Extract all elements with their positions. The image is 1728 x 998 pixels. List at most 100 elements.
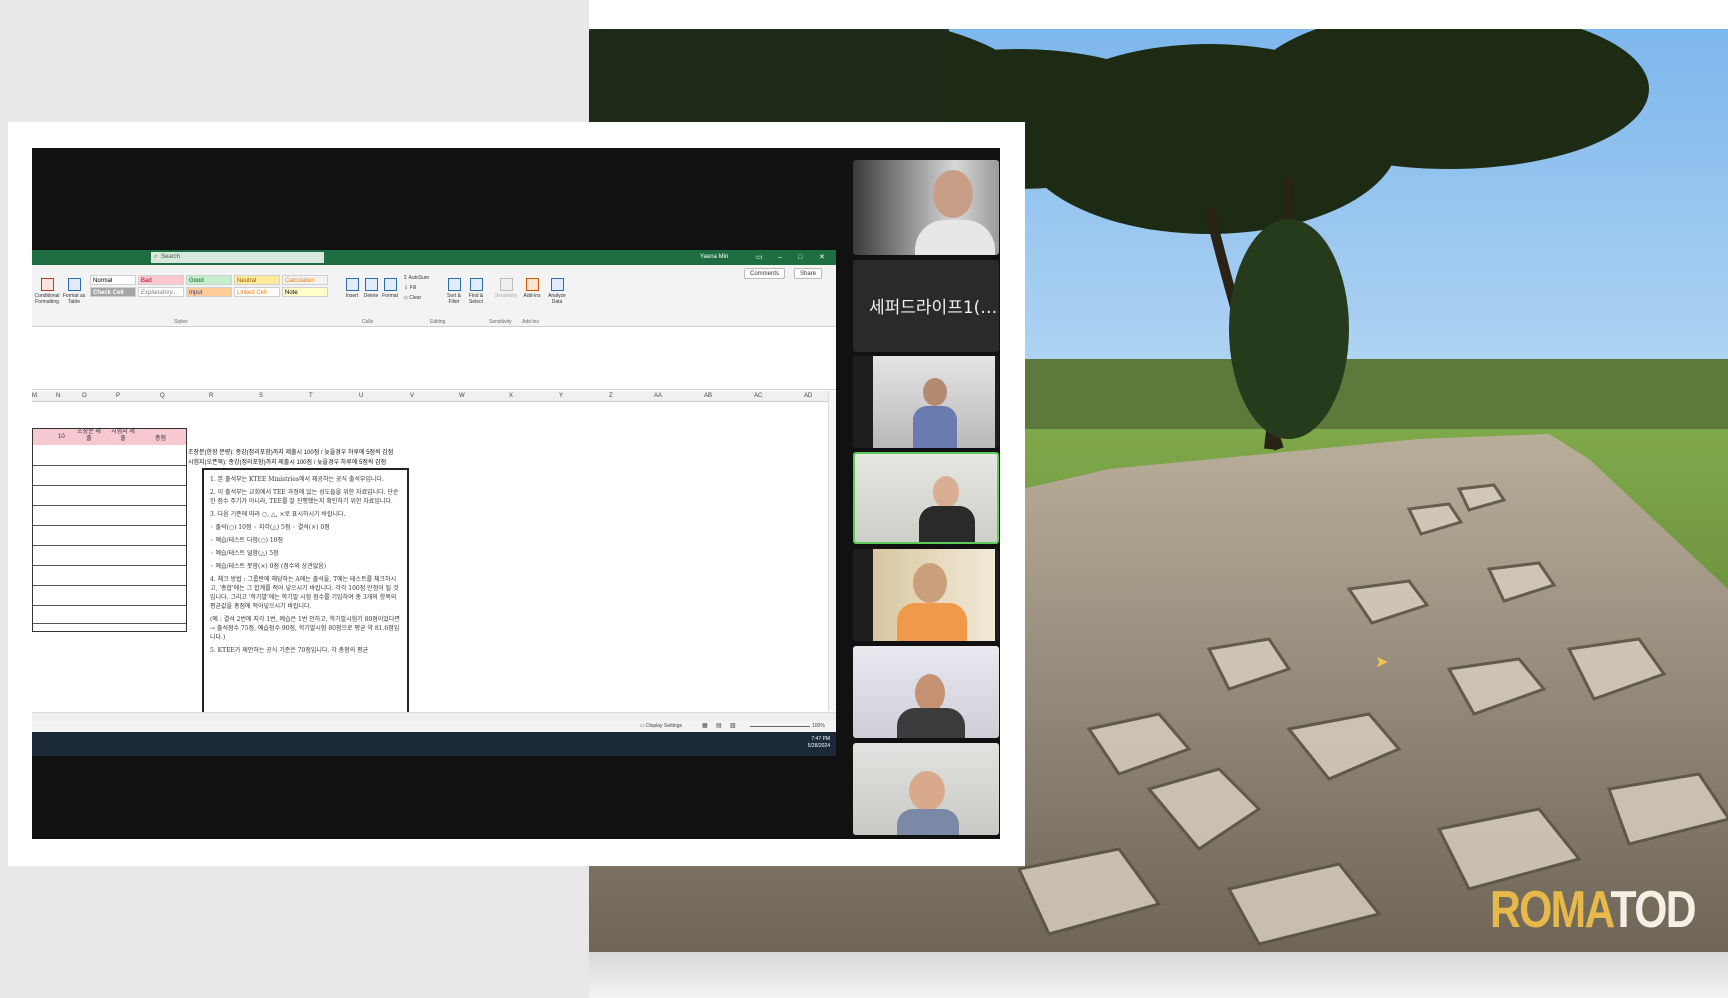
col-header: T	[309, 393, 313, 399]
col-header: AD	[804, 393, 813, 399]
group-label-add-ins: Add-ins	[522, 319, 539, 325]
page-layout-icon[interactable]: ▤	[716, 722, 722, 729]
style-check-cell[interactable]: Check Cell	[90, 287, 136, 297]
table-row	[33, 605, 186, 606]
style-linked-cell[interactable]: Linked Cell	[234, 287, 280, 297]
participant-face	[923, 378, 947, 406]
zoom-slider[interactable]	[750, 726, 810, 727]
zoom-level: 100%	[812, 723, 825, 729]
instruction-item: ◦ 예습/테스트 다함(○) 10점	[210, 537, 283, 544]
col-header: W	[459, 393, 465, 399]
clear-button[interactable]: ◇ Clear	[404, 295, 440, 301]
shared-screen-excel[interactable]: ⌕ Search Yaena Min ▭ – □ ✕ Comments Share…	[32, 250, 836, 756]
col-header: V	[410, 393, 415, 399]
col-header: Z	[609, 393, 613, 399]
style-input[interactable]: Input	[186, 287, 232, 297]
page-break-icon[interactable]: ▧	[730, 722, 736, 729]
participant-tile[interactable]	[853, 160, 999, 255]
delete-icon	[364, 278, 378, 291]
col-header: S	[259, 393, 264, 399]
style-note[interactable]: Note	[282, 287, 328, 297]
vertical-scrollbar[interactable]	[828, 391, 836, 711]
instruction-item: ◦ 예습/테스트 못함(×) 0점 (점수와 상관없음)	[210, 563, 327, 570]
add-ins-icon	[525, 278, 539, 291]
instruction-item: 2. 이 출석부는 교회에서 TEE 과정에 있는 성도들을 위한 자료입니다.…	[210, 489, 399, 505]
participant-tile-active-speaker[interactable]	[853, 452, 999, 544]
participant-body	[897, 603, 967, 641]
col-header: R	[209, 393, 214, 399]
participant-tile[interactable]	[853, 549, 999, 641]
autosum-button[interactable]: Σ AutoSum	[404, 275, 440, 281]
table-row	[33, 565, 186, 566]
header-exam: 시험지 제출	[111, 429, 135, 442]
participant-tile-name[interactable]: 세퍼드라이프1(…	[853, 260, 999, 352]
col-header: Y	[559, 393, 564, 399]
participant-face	[933, 170, 973, 218]
instructions-box: 1. 본 출석부는 KTEE Ministries에서 제공하는 공식 출석부입…	[202, 468, 409, 714]
ribbon-display-icon[interactable]: ▭	[756, 250, 763, 265]
comments-button[interactable]: Comments	[744, 268, 786, 279]
table-header: 10 조장분 제출 시험지 제출 총점	[33, 429, 186, 445]
participant-body	[897, 708, 965, 738]
format-as-table-button[interactable]: Format as Table	[62, 278, 86, 305]
style-calculation[interactable]: Calculation	[282, 275, 328, 285]
roma-today-logo: ROMATOD	[1490, 881, 1697, 939]
instruction-item: 4. 체크 방법 : 그룹란에 해당하는 A에는 출석을, T에는 테스트를 체…	[210, 576, 399, 610]
participant-face	[913, 563, 947, 603]
analyze-data-button[interactable]: Analyze Data	[546, 278, 568, 305]
conditional-formatting-button[interactable]: Conditional Formatting	[34, 278, 60, 305]
search-box[interactable]: ⌕ Search	[151, 252, 324, 263]
display-settings-button[interactable]: ▭ Display Settings	[640, 723, 682, 729]
format-icon	[383, 278, 397, 291]
spreadsheet-grid[interactable]: 10 조장분 제출 시험지 제출 총점 조장분(한장 분량): 종강(정리포함)…	[32, 402, 828, 714]
analyze-data-icon	[550, 278, 564, 291]
minimize-icon[interactable]: –	[778, 250, 782, 265]
share-button[interactable]: Share	[794, 268, 823, 279]
participant-body	[919, 506, 975, 542]
participant-tile[interactable]	[853, 743, 999, 835]
excel-ribbon: Comments Share Conditional Formatting Fo…	[32, 265, 836, 327]
style-normal[interactable]: Normal	[90, 275, 136, 285]
close-icon[interactable]: ✕	[819, 250, 825, 265]
style-neutral[interactable]: Neutral	[234, 275, 280, 285]
style-explanatory[interactable]: Explanatory...	[138, 287, 184, 297]
col-header: M	[32, 393, 37, 399]
participant-face	[915, 674, 945, 712]
insert-button[interactable]: Insert	[344, 278, 360, 299]
find-select-button[interactable]: Find & Select	[466, 278, 486, 305]
maximize-icon[interactable]: □	[798, 250, 802, 265]
instruction-item: 3. 다음 기준에 따라 ○, △, ×로 표시하시기 바랍니다.	[210, 511, 346, 518]
screen: ROMATOD ➤ ⌕ Search Yaena Min ▭ – □ ✕ Comm…	[0, 0, 1728, 998]
column-headers: M N O P Q R S T U V W X Y Z AA AB AC AD	[32, 391, 828, 402]
participant-body	[915, 220, 995, 255]
instruction-item: ◦ 출석(○) 10점 ◦ 지각(△) 5점 ◦ 결석(×) 0점	[210, 524, 330, 531]
format-button[interactable]: Format	[382, 278, 398, 299]
style-good[interactable]: Good	[186, 275, 232, 285]
normal-view-icon[interactable]: ▦	[702, 722, 708, 729]
add-ins-button[interactable]: Add-ins	[522, 278, 542, 299]
table-row	[33, 623, 186, 624]
style-bad[interactable]: Bad	[138, 275, 184, 285]
col-header: U	[359, 393, 364, 399]
sort-filter-button[interactable]: Sort & Filter	[444, 278, 464, 305]
col-header: AA	[654, 393, 663, 399]
table-row	[33, 525, 186, 526]
table-row	[33, 545, 186, 546]
sort-icon	[447, 278, 461, 291]
participant-tile[interactable]	[853, 646, 999, 738]
group-label-editing: Editing	[430, 319, 446, 325]
delete-button[interactable]: Delete	[363, 278, 379, 299]
participant-name: 세퍼드라이프1(…	[869, 298, 998, 318]
horizontal-scrollbar[interactable]	[32, 712, 836, 721]
formula-area	[32, 328, 836, 390]
find-icon	[469, 278, 483, 291]
fill-button[interactable]: ⇩ Fill	[404, 285, 440, 291]
col-header: AC	[754, 393, 763, 399]
sensitivity-button[interactable]: Sensitivity	[494, 278, 518, 299]
col-header: Q	[160, 393, 165, 399]
instruction-item: 5. KTEE가 제안하는 공식 기준은 70점입니다. 각 총점의 평균	[210, 647, 369, 654]
participant-tile[interactable]	[853, 356, 999, 448]
status-bar: ▭ Display Settings ▦ ▤ ▧ 100%	[32, 721, 836, 732]
col-header: AB	[704, 393, 713, 399]
table-row	[33, 485, 186, 486]
